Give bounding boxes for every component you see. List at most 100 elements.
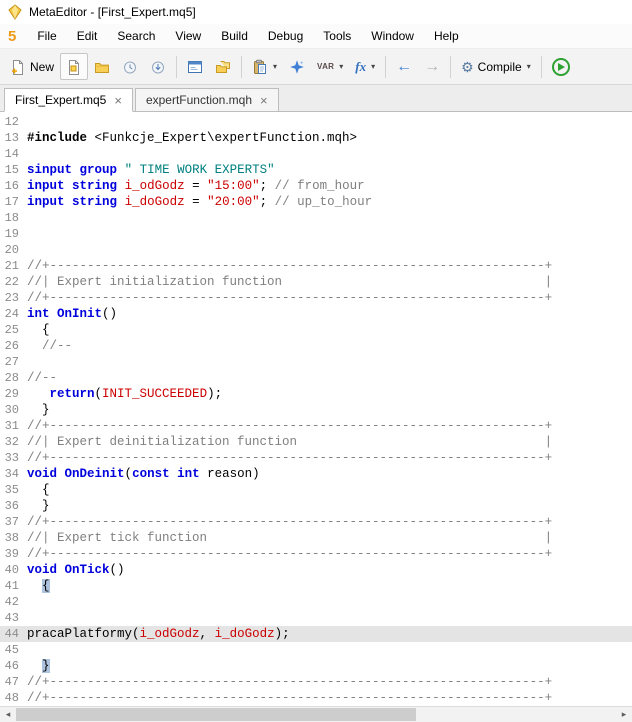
line-number[interactable]: 16 bbox=[0, 178, 27, 194]
code-line[interactable]: 39//+-----------------------------------… bbox=[0, 546, 632, 562]
line-number[interactable]: 31 bbox=[0, 418, 27, 434]
code-text[interactable]: sinput group " TIME WORK EXPERTS" bbox=[27, 162, 275, 178]
code-text[interactable]: } bbox=[27, 498, 50, 514]
line-number[interactable]: 27 bbox=[0, 354, 27, 370]
line-number[interactable]: 14 bbox=[0, 146, 27, 162]
code-line[interactable]: 40 void OnTick() bbox=[0, 562, 632, 578]
line-number[interactable]: 28 bbox=[0, 370, 27, 386]
code-text[interactable]: int OnInit() bbox=[27, 306, 117, 322]
code-line[interactable]: 47//+-----------------------------------… bbox=[0, 674, 632, 690]
code-text[interactable]: //+-------------------------------------… bbox=[27, 450, 552, 466]
code-line[interactable]: 46 } bbox=[0, 658, 632, 674]
code-text[interactable]: { bbox=[27, 322, 50, 338]
line-number[interactable]: 32 bbox=[0, 434, 27, 450]
code-line[interactable]: 42 bbox=[0, 594, 632, 610]
code-line[interactable]: 15 sinput group " TIME WORK EXPERTS" bbox=[0, 162, 632, 178]
code-text[interactable]: void OnTick() bbox=[27, 562, 125, 578]
line-number[interactable]: 19 bbox=[0, 226, 27, 242]
code-line[interactable]: 38//| Expert tick function | bbox=[0, 530, 632, 546]
code-text[interactable]: //+-------------------------------------… bbox=[27, 674, 552, 690]
menu-item-debug[interactable]: Debug bbox=[258, 25, 313, 47]
code-line[interactable]: 33//+-----------------------------------… bbox=[0, 450, 632, 466]
line-number[interactable]: 42 bbox=[0, 594, 27, 610]
styler-button[interactable]: VAR ▾ bbox=[311, 53, 349, 80]
code-text[interactable]: //| Expert deinitialization function | bbox=[27, 434, 552, 450]
code-line[interactable]: 12 bbox=[0, 114, 632, 130]
code-text[interactable]: } bbox=[27, 402, 50, 418]
code-text[interactable]: input string i_odGodz = "15:00"; // from… bbox=[27, 178, 365, 194]
close-icon[interactable]: × bbox=[114, 94, 122, 107]
line-number[interactable]: 18 bbox=[0, 210, 27, 226]
code-line[interactable]: 31//+-----------------------------------… bbox=[0, 418, 632, 434]
code-line[interactable]: 24 int OnInit() bbox=[0, 306, 632, 322]
code-line[interactable]: 34 void OnDeinit(const int reason) bbox=[0, 466, 632, 482]
line-number[interactable]: 15 bbox=[0, 162, 27, 178]
line-number[interactable]: 43 bbox=[0, 610, 27, 626]
code-line[interactable]: 16 input string i_odGodz = "15:00"; // fr… bbox=[0, 178, 632, 194]
code-text[interactable]: //+-------------------------------------… bbox=[27, 418, 552, 434]
tab-expertFunction.mqh[interactable]: expertFunction.mqh × bbox=[134, 88, 279, 111]
menu-item-search[interactable]: Search bbox=[107, 25, 165, 47]
scroll-thumb[interactable] bbox=[16, 708, 416, 721]
code-line[interactable]: 41 { bbox=[0, 578, 632, 594]
line-number[interactable]: 45 bbox=[0, 642, 27, 658]
new-project-button[interactable] bbox=[60, 53, 89, 80]
line-number[interactable]: 46 bbox=[0, 658, 27, 674]
close-icon[interactable]: × bbox=[260, 94, 268, 107]
code-line[interactable]: 20 bbox=[0, 242, 632, 258]
line-number[interactable]: 44 bbox=[0, 626, 27, 642]
code-text[interactable]: pracaPlatformy(i_odGodz, i_doGodz); bbox=[27, 626, 290, 642]
line-number[interactable]: 17 bbox=[0, 194, 27, 210]
code-text[interactable]: //-- bbox=[27, 338, 72, 354]
code-text[interactable]: void OnDeinit(const int reason) bbox=[27, 466, 260, 482]
code-line[interactable]: 23//+-----------------------------------… bbox=[0, 290, 632, 306]
code-line[interactable]: 29 return(INIT_SUCCEEDED); bbox=[0, 386, 632, 402]
code-line[interactable]: 22//| Expert initialization function | bbox=[0, 274, 632, 290]
menu-item-help[interactable]: Help bbox=[424, 25, 469, 47]
code-line[interactable]: 19 bbox=[0, 226, 632, 242]
horizontal-scrollbar[interactable]: ◂ ▸ bbox=[0, 706, 632, 722]
code-line[interactable]: 25 { bbox=[0, 322, 632, 338]
tab-First_Expert.mq5[interactable]: First_Expert.mq5 × bbox=[4, 88, 133, 112]
insert-function-button[interactable]: fx ▾ bbox=[349, 53, 381, 80]
menu-item-edit[interactable]: Edit bbox=[67, 25, 108, 47]
run-button[interactable] bbox=[546, 53, 576, 80]
code-line[interactable]: 30 } bbox=[0, 402, 632, 418]
code-text[interactable]: #include <Funkcje_Expert\expertFunction.… bbox=[27, 130, 357, 146]
code-line[interactable]: 43 bbox=[0, 610, 632, 626]
scroll-track[interactable] bbox=[16, 707, 616, 722]
line-number[interactable]: 41 bbox=[0, 578, 27, 594]
back-button[interactable]: ← bbox=[390, 53, 418, 80]
line-number[interactable]: 24 bbox=[0, 306, 27, 322]
app-icon[interactable] bbox=[7, 4, 23, 20]
menu-item-window[interactable]: Window bbox=[361, 25, 424, 47]
code-line[interactable]: 35 { bbox=[0, 482, 632, 498]
wizard-button[interactable] bbox=[283, 53, 311, 80]
line-number[interactable]: 39 bbox=[0, 546, 27, 562]
scroll-right-arrow-icon[interactable]: ▸ bbox=[616, 707, 632, 722]
code-line[interactable]: 27 bbox=[0, 354, 632, 370]
line-number[interactable]: 47 bbox=[0, 674, 27, 690]
code-editor[interactable]: 12 13 #include <Funkcje_Expert\expertFunct… bbox=[0, 112, 632, 706]
compile-button[interactable]: ⚙ Compile ▾ bbox=[455, 53, 537, 80]
line-number[interactable]: 35 bbox=[0, 482, 27, 498]
open-file-button[interactable] bbox=[88, 53, 116, 80]
menu-item-view[interactable]: View bbox=[165, 25, 211, 47]
code-text[interactable]: //+-------------------------------------… bbox=[27, 546, 552, 562]
code-text[interactable]: return(INIT_SUCCEEDED); bbox=[27, 386, 223, 402]
line-number[interactable]: 36 bbox=[0, 498, 27, 514]
line-number[interactable]: 30 bbox=[0, 402, 27, 418]
code-text[interactable]: //| Expert initialization function | bbox=[27, 274, 552, 290]
code-line[interactable]: 45 bbox=[0, 642, 632, 658]
line-number[interactable]: 48 bbox=[0, 690, 27, 706]
menu-item-file[interactable]: File bbox=[27, 25, 66, 47]
navigator-button[interactable] bbox=[209, 53, 237, 80]
code-text[interactable]: input string i_doGodz = "20:00"; // up_t… bbox=[27, 194, 372, 210]
line-number[interactable]: 38 bbox=[0, 530, 27, 546]
code-text[interactable]: { bbox=[27, 578, 50, 594]
scroll-left-arrow-icon[interactable]: ◂ bbox=[0, 707, 16, 722]
code-line[interactable]: 21//+-----------------------------------… bbox=[0, 258, 632, 274]
code-line[interactable]: 26 //-- bbox=[0, 338, 632, 354]
code-line[interactable]: 36 } bbox=[0, 498, 632, 514]
code-line[interactable]: 13 #include <Funkcje_Expert\expertFunctio… bbox=[0, 130, 632, 146]
